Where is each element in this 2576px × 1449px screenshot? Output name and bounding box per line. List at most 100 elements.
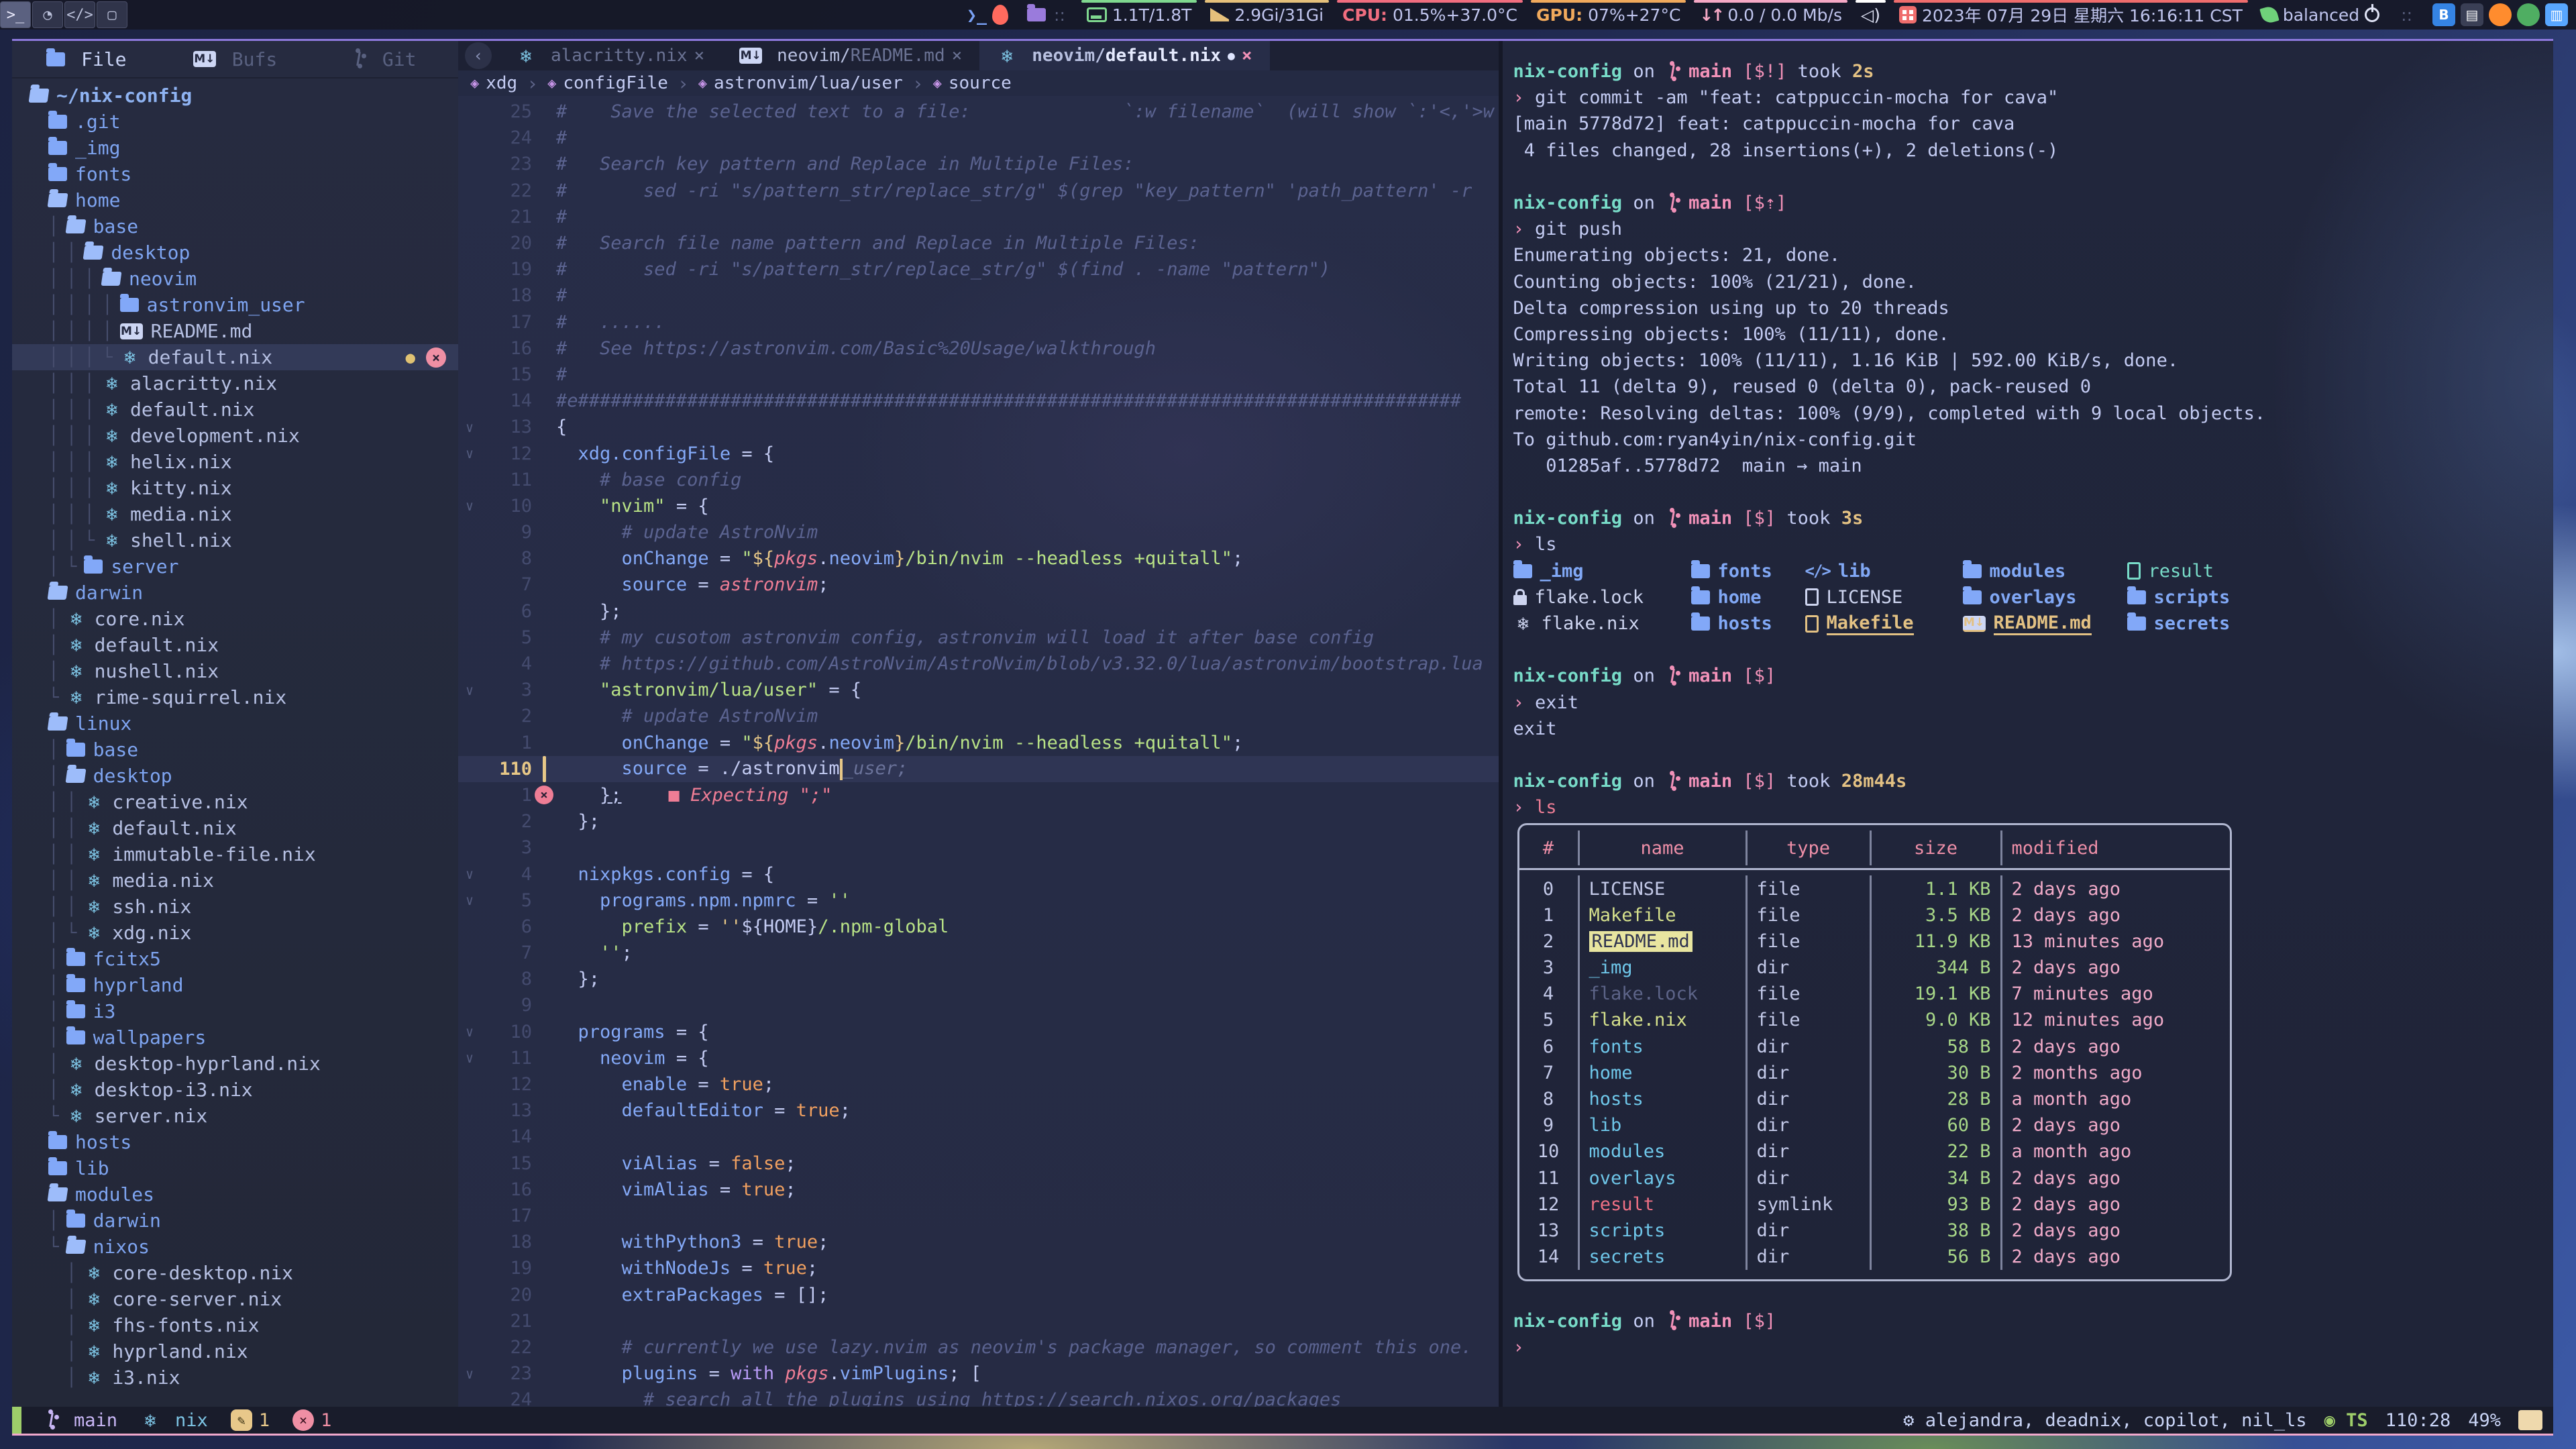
speaker-icon[interactable]: ◁) — [1861, 5, 1880, 25]
tree-item[interactable]: │❄core-desktop.nix — [12, 1260, 458, 1286]
tab-scroll-left-button[interactable]: ‹ — [465, 42, 492, 69]
code-line[interactable]: ∨12 xdg.configFile = { — [458, 440, 1499, 466]
code-line[interactable]: 17# ...... — [458, 309, 1499, 335]
code-line[interactable]: 11 # base config — [458, 467, 1499, 493]
ls-entry[interactable]: M↓README.md — [1963, 612, 2127, 635]
code-line[interactable]: 9 — [458, 992, 1499, 1018]
tree-item[interactable]: │base — [12, 213, 458, 239]
code-line[interactable]: 21# — [458, 204, 1499, 230]
tree-item[interactable]: └❄server.nix — [12, 1103, 458, 1129]
power-icon[interactable] — [2365, 7, 2379, 22]
code-line[interactable]: ∨10 programs = { — [458, 1019, 1499, 1045]
sidebar-tab-bufs[interactable]: M↓Bufs — [161, 41, 310, 78]
tree-item[interactable]: └nixos — [12, 1234, 458, 1260]
fold-chevron-icon[interactable]: ∨ — [458, 498, 481, 514]
ls-entry[interactable]: fonts — [1691, 561, 1805, 582]
workspace-monitor[interactable]: ▢ — [97, 1, 127, 28]
code-line[interactable]: 110 source = ./astronvim_user; — [458, 756, 1499, 782]
tree-item[interactable]: .git — [12, 109, 458, 135]
fold-chevron-icon[interactable]: ∨ — [458, 445, 481, 462]
code-line[interactable]: 13 defaultEditor = true; — [458, 1097, 1499, 1124]
tree-item[interactable]: ││❄media.nix — [12, 867, 458, 894]
code-line[interactable]: 21 — [458, 1308, 1499, 1334]
code-line[interactable]: ∨5 programs.npm.npmrc = '' — [458, 888, 1499, 914]
breadcrumb-segment[interactable]: ◈source — [933, 73, 1012, 93]
ls-entry[interactable]: hosts — [1691, 613, 1805, 634]
tree-item[interactable]: ││││astronvim_user — [12, 292, 458, 318]
fold-chevron-icon[interactable]: ∨ — [458, 1050, 481, 1066]
tree-item[interactable]: │❄i3.nix — [12, 1364, 458, 1391]
fold-chevron-icon[interactable]: ∨ — [458, 419, 481, 435]
code-line[interactable]: ∨11 neovim = { — [458, 1045, 1499, 1071]
code-line[interactable]: ∨10 "nvim" = { — [458, 493, 1499, 519]
tree-item[interactable]: ││❄ssh.nix — [12, 894, 458, 920]
ls-entry[interactable]: Makefile — [1805, 612, 1963, 635]
code-line[interactable]: 20 extraPackages = []; — [458, 1281, 1499, 1307]
code-line[interactable]: 16# See https://astronvim.com/Basic%20Us… — [458, 335, 1499, 362]
tray-bluetooth-icon[interactable]: B — [2432, 3, 2455, 26]
warning-icon[interactable]: ✎ — [231, 1409, 252, 1431]
ls-entry[interactable]: scripts — [2127, 587, 2231, 608]
code-line[interactable]: 14#e####################################… — [458, 388, 1499, 414]
tree-item[interactable]: │❄fhs-fonts.nix — [12, 1312, 458, 1338]
tree-item[interactable]: linux — [12, 710, 458, 737]
code-line[interactable]: 18# — [458, 282, 1499, 309]
ls-entry[interactable]: overlays — [1963, 587, 2127, 608]
tree-item[interactable]: ~/nix-config — [12, 83, 458, 109]
error-icon[interactable]: × — [292, 1409, 314, 1431]
code-line[interactable]: 7 ''; — [458, 940, 1499, 966]
tree-item[interactable]: │❄nushell.nix — [12, 658, 458, 684]
tree-item[interactable]: │hyprland — [12, 972, 458, 998]
fold-chevron-icon[interactable]: ∨ — [458, 682, 481, 698]
code-line[interactable]: 8 }; — [458, 966, 1499, 992]
code-line[interactable]: 3 — [458, 835, 1499, 861]
ls-entry[interactable]: LICENSE — [1805, 587, 1963, 608]
tree-item[interactable]: lib — [12, 1155, 458, 1181]
tree-item[interactable]: │❄core-server.nix — [12, 1286, 458, 1312]
tree-item[interactable]: │desktop — [12, 763, 458, 789]
code-line[interactable]: 9 # update AstroNvim — [458, 519, 1499, 545]
tree-item[interactable]: │❄default.nix — [12, 632, 458, 658]
buffer-tab-bar[interactable]: ‹❄alacritty.nix×M↓neovim/README.md×❄neov… — [458, 41, 1499, 70]
close-tab-icon[interactable]: × — [694, 46, 705, 66]
code-line[interactable]: 17 — [458, 1203, 1499, 1229]
breadcrumb[interactable]: ◈xdg›◈configFile›◈astronvim/lua/user›◈so… — [458, 70, 1499, 96]
workspace-browser[interactable]: ◔ — [32, 1, 63, 28]
tray-app-blue-icon[interactable]: ▥ — [2545, 3, 2568, 26]
fold-chevron-icon[interactable]: ∨ — [458, 866, 481, 882]
fold-chevron-icon[interactable]: ∨ — [458, 892, 481, 908]
tree-item[interactable]: ││││M↓README.md — [12, 318, 458, 344]
code-line[interactable]: 8 onChange = "${pkgs.neovim}/bin/nvim --… — [458, 545, 1499, 572]
ls-entry[interactable]: result — [2127, 561, 2214, 582]
code-line[interactable]: 22# sed -ri "s/pattern_str/replace_str/g… — [458, 178, 1499, 204]
tree-item[interactable]: │││❄development.nix — [12, 423, 458, 449]
code-line[interactable]: 24# — [458, 125, 1499, 151]
code-line[interactable]: 4 # https://github.com/AstroNvim/AstroNv… — [458, 651, 1499, 677]
close-tab-icon[interactable]: × — [1242, 46, 1252, 66]
code-line[interactable]: 24 # search all the plugins using https:… — [458, 1387, 1499, 1407]
workspace-terminal[interactable]: >_ — [0, 1, 31, 28]
sidebar-tab-file[interactable]: File — [12, 41, 161, 78]
tree-item[interactable]: _img — [12, 135, 458, 161]
buffer-tab-default.nix[interactable]: ❄neovim/default.nix●× — [979, 41, 1269, 70]
tree-item[interactable]: │i3 — [12, 998, 458, 1024]
tree-item[interactable]: ││❄creative.nix — [12, 789, 458, 815]
buffer-tab-alacritty.nix[interactable]: ❄alacritty.nix× — [498, 41, 722, 70]
sidebar-tab-git[interactable]: Git — [309, 41, 458, 78]
terminal-pane[interactable]: nix-config on main [$!] took 2s› git com… — [1503, 41, 2554, 1407]
code-area[interactable]: 25# Save the selected text to a file: `:… — [458, 96, 1499, 1407]
code-line[interactable]: 25# Save the selected text to a file: `:… — [458, 99, 1499, 125]
tree-item[interactable]: │❄desktop-i3.nix — [12, 1077, 458, 1103]
code-line[interactable]: ∨13{ — [458, 414, 1499, 440]
neotree-source-tabs[interactable]: FileM↓BufsGit — [12, 41, 458, 78]
code-line[interactable]: 15# — [458, 362, 1499, 388]
buffer-tab-README.md[interactable]: M↓neovim/README.md× — [722, 41, 979, 70]
code-line[interactable]: 23# Search key pattern and Replace in Mu… — [458, 151, 1499, 177]
tree-item[interactable]: darwin — [12, 580, 458, 606]
tree-item[interactable]: │││❄alacritty.nix — [12, 370, 458, 396]
breadcrumb-segment[interactable]: ◈astronvim/lua/user — [698, 73, 903, 93]
tree-item[interactable]: modules — [12, 1181, 458, 1208]
code-line[interactable]: 12 enable = true; — [458, 1071, 1499, 1097]
tree-item[interactable]: │││❄media.nix — [12, 501, 458, 527]
tray-firefox-icon[interactable] — [2489, 3, 2512, 26]
